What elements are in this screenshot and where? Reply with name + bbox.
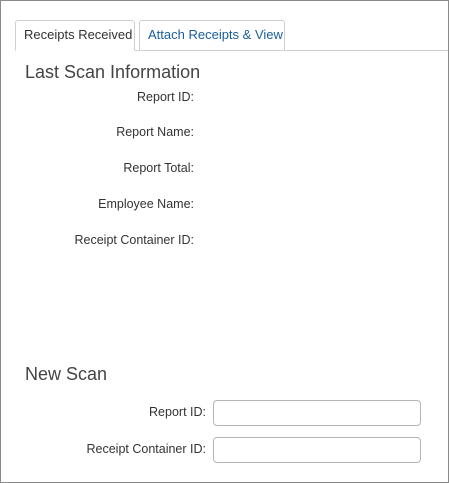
employee-name-label: Employee Name: — [98, 197, 194, 211]
last-scan-title: Last Scan Information — [25, 62, 201, 82]
tab-attach-receipts-view[interactable]: Attach Receipts & View — [139, 20, 285, 50]
tab-bar: Receipts Received Attach Receipts & View — [15, 20, 448, 51]
report-id-label: Report ID: — [137, 90, 194, 104]
new-scan-title: New Scan — [25, 364, 108, 384]
report-total-label: Report Total: — [123, 161, 194, 175]
receipt-container-id-label: Receipt Container ID: — [74, 233, 194, 247]
receipt-container-id-input[interactable] — [213, 437, 421, 463]
tab-receipts-received[interactable]: Receipts Received — [15, 20, 135, 51]
new-scan-receipt-container-id-label: Receipt Container ID: — [86, 442, 206, 456]
report-name-label: Report Name: — [116, 125, 194, 139]
receipts-panel: Receipts Received Attach Receipts & View… — [0, 0, 449, 483]
report-id-input[interactable] — [213, 400, 421, 426]
new-scan-report-id-label: Report ID: — [149, 405, 206, 419]
